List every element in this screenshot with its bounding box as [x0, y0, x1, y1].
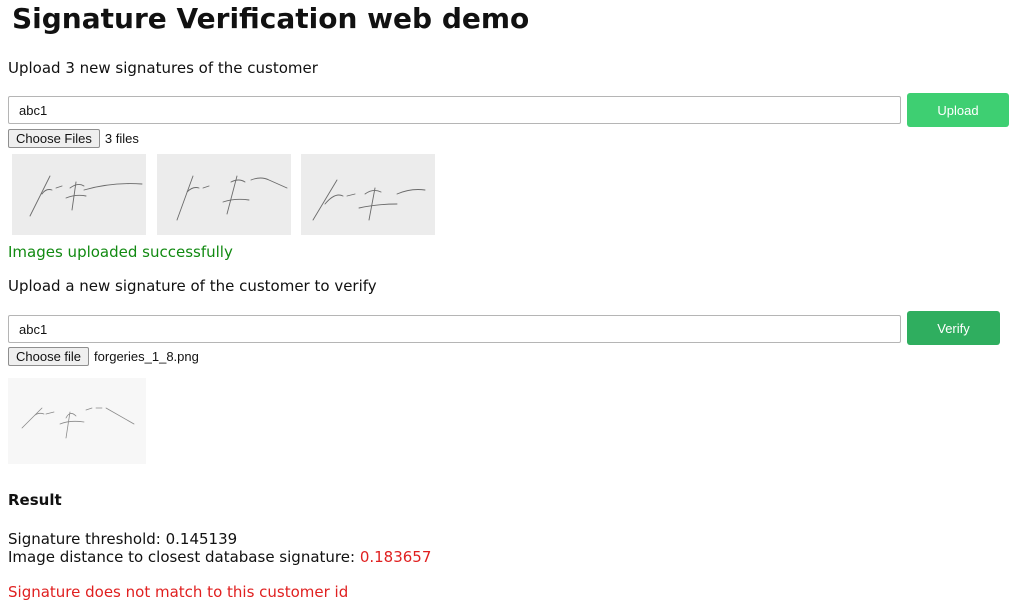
verify-file-picker: Choose file forgeries_1_8.png [8, 346, 199, 366]
signature-image [176, 175, 288, 221]
verify-signature-thumbnail [8, 378, 146, 464]
verify-button[interactable]: Verify [907, 311, 1000, 345]
signature-thumbnail-2 [157, 154, 291, 235]
choose-files-button[interactable]: Choose Files [8, 128, 100, 148]
enroll-customer-id-input[interactable] [8, 96, 901, 124]
enroll-file-picker: Choose Files 3 files [8, 128, 139, 148]
verdict-message: Signature does not match to this custome… [8, 583, 349, 601]
upload-button[interactable]: Upload [907, 93, 1009, 127]
distance-value: 0.183657 [359, 548, 432, 566]
result-heading: Result [8, 491, 62, 509]
verify-instruction: Upload a new signature of the customer t… [8, 277, 377, 295]
distance-line: Image distance to closest database signa… [8, 547, 431, 567]
signature-image [29, 175, 143, 217]
verify-file-name: forgeries_1_8.png [94, 348, 199, 364]
page-title: Signature Verification web demo [12, 2, 530, 35]
threshold-line: Signature threshold: 0.145139 [8, 529, 237, 549]
threshold-value: 0.145139 [165, 530, 238, 548]
verify-customer-id-input[interactable] [8, 315, 901, 343]
signature-thumbnail-3 [301, 154, 435, 235]
upload-success-message: Images uploaded successfully [8, 243, 233, 261]
choose-file-button[interactable]: Choose file [8, 346, 90, 366]
signature-thumbnail-1 [12, 154, 146, 235]
threshold-label: Signature threshold: [8, 530, 161, 548]
signature-image [312, 179, 426, 221]
distance-label: Image distance to closest database signa… [8, 548, 356, 566]
enroll-instruction: Upload 3 new signatures of the customer [8, 59, 318, 77]
enroll-file-status: 3 files [104, 130, 139, 146]
signature-image [21, 407, 135, 439]
